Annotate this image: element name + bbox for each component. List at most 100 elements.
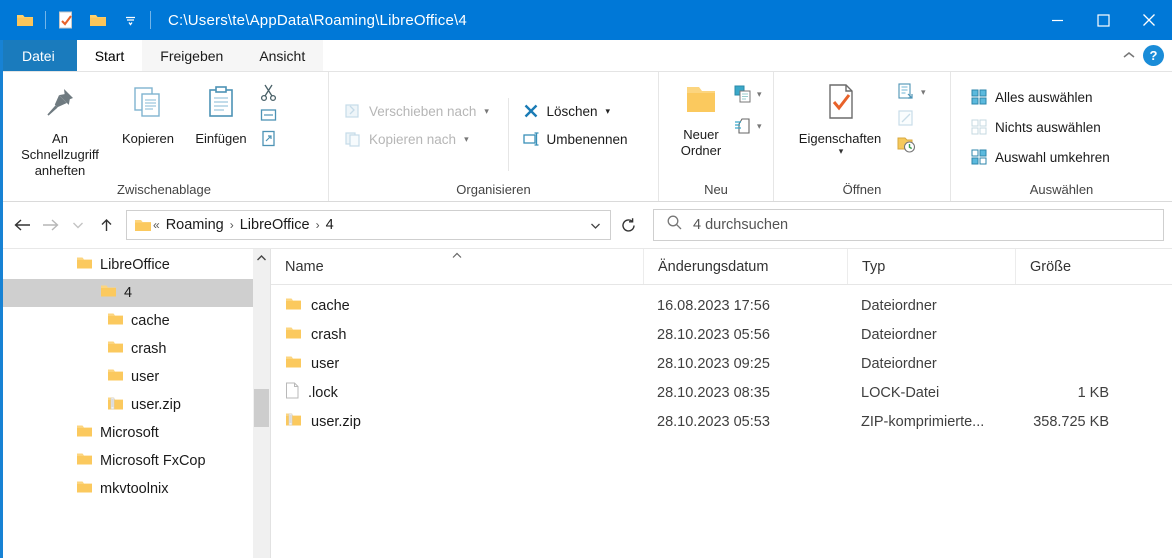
window-controls [1034,0,1172,40]
search-icon [666,214,683,236]
refresh-button[interactable] [611,210,645,240]
tree-item-label: Microsoft FxCop [100,453,206,469]
tab-freigeben[interactable]: Freigeben [142,40,242,71]
file-name-cell: crash [271,326,643,344]
search-input[interactable]: 4 durchsuchen [653,209,1164,241]
table-row[interactable]: crash 28.10.2023 05:56 Dateiordner [271,320,1172,349]
open-with-icon[interactable] [896,82,916,102]
tree-item-microsoft[interactable]: Microsoft [0,419,270,447]
new-folder-big-icon [681,82,721,123]
tree-item-label: crash [131,341,167,357]
tree-item-user[interactable]: user [0,363,270,391]
table-row[interactable]: .lock 28.10.2023 08:35 LOCK-Datei 1 KB [271,378,1172,407]
paste-shortcut-icon[interactable] [258,128,278,148]
file-name-label: crash [311,326,347,343]
invert-selection-button[interactable]: Auswahl umkehren [963,144,1116,170]
breadcrumb-item-4[interactable]: 4 [321,217,339,233]
file-name-cell: .lock [271,382,643,403]
paste-button[interactable]: Einfügen [184,78,258,146]
file-type-cell: Dateiordner [861,355,937,372]
chevron-down-icon[interactable]: ▾ [839,146,844,157]
column-header-size[interactable]: Größe [1015,249,1127,284]
table-row[interactable]: user 28.10.2023 09:25 Dateiordner [271,349,1172,378]
recent-locations-button[interactable] [64,210,92,240]
properties-button[interactable]: Eigenschaften ▾ [784,78,896,157]
tab-ansicht[interactable]: Ansicht [241,40,324,71]
new-folder-icon[interactable] [83,5,113,35]
easy-access-icon[interactable] [733,116,753,136]
new-folder-label: Neuer Ordner [680,127,722,158]
explorer-icon[interactable] [10,5,40,35]
copy-path-icon[interactable] [258,105,278,125]
history-icon[interactable] [896,134,916,154]
breadcrumb-item-libreoffice[interactable]: LibreOffice [235,217,315,233]
delete-icon [521,101,541,121]
breadcrumb-item-roaming[interactable]: Roaming [161,217,229,233]
chevron-down-icon[interactable]: ▾ [464,134,469,145]
breadcrumb-overflow[interactable]: « [152,218,161,232]
copy-to-button[interactable]: Kopieren nach ▾ [337,126,502,152]
properties-icon[interactable] [51,5,81,35]
back-button[interactable] [8,210,36,240]
select-all-icon [969,87,989,107]
file-date-cell: 16.08.2023 17:56 [657,297,770,314]
tree-item-label: Microsoft [100,425,159,441]
delete-label: Löschen [546,103,598,119]
new-item-icon[interactable] [733,84,753,104]
file-size-cell: 358.725 KB [1033,413,1109,430]
column-header-type[interactable]: Typ [847,249,1015,284]
sort-ascending-icon [452,251,463,262]
tab-datei[interactable]: Datei [0,40,77,71]
address-dropdown-icon[interactable] [584,219,606,232]
rename-button[interactable]: Umbenennen [515,126,651,152]
table-row[interactable]: cache 16.08.2023 17:56 Dateiordner [271,291,1172,320]
select-all-button[interactable]: Alles auswählen [963,84,1116,110]
tab-start[interactable]: Start [76,40,143,71]
move-to-button[interactable]: Verschieben nach ▾ [337,98,502,124]
forward-button[interactable] [36,210,64,240]
cut-icon[interactable] [258,82,278,102]
column-headers: Name Änderungsdatum Typ Größe [271,249,1172,285]
copy-button[interactable]: Kopieren [112,78,184,146]
table-row[interactable]: user.zip 28.10.2023 05:53 ZIP-komprimier… [271,407,1172,436]
tree-item-cache[interactable]: cache [0,307,270,335]
chevron-down-icon[interactable]: ▾ [757,89,762,100]
tree-item-crash[interactable]: crash [0,335,270,363]
copy-to-label: Kopieren nach [369,131,457,147]
tree-item-user-zip[interactable]: user.zip [0,391,270,419]
file-name-label: .lock [308,384,338,401]
address-input[interactable]: « Roaming › LibreOffice › 4 [126,210,611,240]
collapse-ribbon-icon[interactable] [1121,47,1137,65]
ribbon-group-label-oeffnen: Öffnen [842,182,882,197]
scrollbar-track[interactable] [253,266,270,558]
folder-icon [100,284,117,302]
chevron-down-icon[interactable]: ▾ [757,121,762,132]
minimize-button[interactable] [1034,0,1080,40]
column-header-date[interactable]: Änderungsdatum [643,249,847,284]
chevron-down-icon[interactable]: ▾ [921,87,926,98]
chevron-down-icon[interactable]: ▾ [606,106,611,117]
file-date-cell: 28.10.2023 05:53 [657,413,770,430]
column-header-name[interactable]: Name [271,249,643,284]
customize-qat-icon[interactable] [115,5,145,35]
navigation-scrollbar[interactable] [253,249,270,558]
edit-icon[interactable] [896,108,916,128]
chevron-down-icon[interactable]: ▾ [484,106,489,117]
select-none-label: Nichts auswählen [995,119,1101,135]
delete-button[interactable]: Löschen ▾ [515,98,651,124]
tree-item-libreoffice[interactable]: LibreOffice [0,251,270,279]
scrollbar-thumb[interactable] [254,388,269,427]
new-folder-button[interactable]: Neuer Ordner [669,78,733,159]
scroll-up-icon[interactable] [253,249,270,266]
maximize-button[interactable] [1080,0,1126,40]
tree-item-mkvtoolnix[interactable]: mkvtoolnix [0,475,270,503]
select-none-button[interactable]: Nichts auswählen [963,114,1116,140]
breadcrumb: « Roaming › LibreOffice › 4 [152,217,584,233]
help-icon[interactable]: ? [1143,45,1164,66]
close-button[interactable] [1126,0,1172,40]
tree-item-microsoft-fxcop[interactable]: Microsoft FxCop [0,447,270,475]
up-button[interactable] [92,210,120,240]
pin-to-quick-access-button[interactable]: An Schnellzugriff anheften [8,78,112,179]
paste-label: Einfügen [195,131,247,146]
tree-item-4[interactable]: 4 [0,279,270,307]
